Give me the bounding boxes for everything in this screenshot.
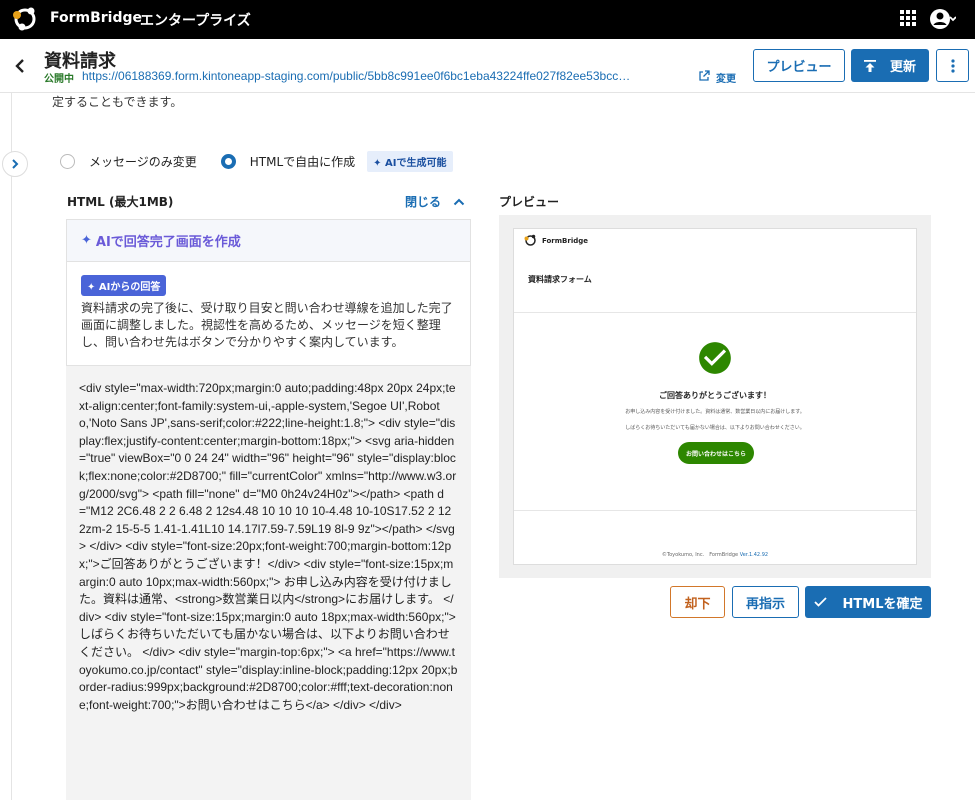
back-chevron-icon[interactable] xyxy=(12,55,28,77)
top-bar: FormBridge エンタープライズ xyxy=(0,0,975,39)
radio-message-only-label[interactable]: メッセージのみ変更 xyxy=(89,153,197,170)
radio-html[interactable] xyxy=(220,153,236,169)
check-icon xyxy=(813,597,827,607)
confirm-html-label: HTMLを確定 xyxy=(842,596,923,612)
preview-line2: しばらくお待ちいただいても届かない場合は、以下よりお問い合わせください。 xyxy=(625,425,805,431)
intro-text: 定することもできます。 xyxy=(52,95,183,109)
expand-sidebar-button[interactable] xyxy=(2,151,28,177)
preview-thanks: ご回答ありがとうございます！ xyxy=(659,391,771,400)
status-badge: 公開中 xyxy=(44,74,74,85)
preview-form-title: 資料請求フォーム xyxy=(528,275,592,284)
page-header: 資料請求 公開中 https://06188369.form.kintoneap… xyxy=(0,39,975,93)
edition-label: エンタープライズ xyxy=(140,13,251,29)
user-account-icon[interactable] xyxy=(930,7,956,31)
divider xyxy=(514,510,916,511)
apps-grid-icon[interactable] xyxy=(900,10,916,26)
chevron-up-icon xyxy=(453,198,465,205)
ai-answer-badge: ✦ AIからの回答 xyxy=(81,275,167,296)
confirm-html-button[interactable]: HTMLを確定 xyxy=(805,586,931,618)
reject-button[interactable]: 却下 xyxy=(670,586,725,618)
check-circle-icon xyxy=(699,342,731,374)
check-circle-shape xyxy=(699,342,731,374)
radio-html-label[interactable]: HTMLで自由に作成 xyxy=(250,153,355,170)
more-menu-button[interactable] xyxy=(936,49,969,82)
preview-button[interactable]: プレビュー xyxy=(753,49,845,82)
mode-selector: メッセージのみ変更 HTMLで自由に作成 ✦ AIで生成可能 xyxy=(60,150,453,172)
external-link-icon[interactable] xyxy=(698,70,710,82)
change-url-link[interactable]: 変更 xyxy=(716,70,736,85)
sparkle-icon: ✦ xyxy=(87,282,96,293)
preview-version: Ver.1.42.92 xyxy=(739,552,769,558)
preview-page: FormBridge 資料請求フォーム ご回答ありがとうございます！ お申し込み… xyxy=(513,228,917,565)
sparkle-icon: ✦ xyxy=(373,157,382,169)
ai-create-label: AIで回答完了画面を作成 xyxy=(95,235,241,250)
html-code-editor[interactable]: <div style="max-width:720px;margin:0 aut… xyxy=(66,366,471,800)
public-url-link[interactable]: https://06188369.form.kintoneapp-staging… xyxy=(82,69,697,83)
html-editor-label: HTML (最大1MB) xyxy=(67,195,174,209)
update-button-label: 更新 xyxy=(889,60,916,75)
preview-footer: ©Toyokumo, Inc. FormBridge Ver.1.42.92 xyxy=(514,551,916,558)
upload-icon xyxy=(863,59,876,72)
ai-available-label: AIで生成可能 xyxy=(385,157,447,169)
preview-copyright: ©Toyokumo, Inc. FormBridge xyxy=(661,552,739,558)
close-editor-label: 閉じる xyxy=(405,195,442,209)
ai-answer-badge-label: AIからの回答 xyxy=(98,282,161,293)
logo-icon xyxy=(524,234,536,246)
sparkle-icon: ✦ xyxy=(81,233,92,248)
divider xyxy=(514,312,916,313)
chevron-right-icon xyxy=(12,159,19,169)
preview-line1: お申し込み内容を受け付けました。資料は通常、数営業日以内にお届けします。 xyxy=(625,409,805,415)
reinstruct-button[interactable]: 再指示 xyxy=(732,586,799,618)
ai-available-badge: ✦ AIで生成可能 xyxy=(367,150,453,172)
brand-name: FormBridge xyxy=(50,10,143,26)
more-vertical-icon xyxy=(950,58,955,73)
ai-create-completion-button[interactable]: ✦ AIで回答完了画面を作成 xyxy=(67,220,470,262)
update-button[interactable]: 更新 xyxy=(851,49,929,82)
close-editor-link[interactable]: 閉じる xyxy=(405,193,465,210)
logo-icon[interactable] xyxy=(12,6,38,32)
radio-message-only[interactable] xyxy=(60,153,75,169)
side-rail xyxy=(0,93,12,800)
preview-label: プレビュー xyxy=(499,195,560,209)
ai-panel: ✦ AIで回答完了画面を作成 ✦ AIからの回答 資料請求の完了後に、受け取り目… xyxy=(66,219,471,366)
preview-brand: FormBridge xyxy=(542,237,589,245)
preview-frame: FormBridge 資料請求フォーム ご回答ありがとうございます！ お申し込み… xyxy=(499,215,931,578)
ai-answer-text: 資料請求の完了後に、受け取り目安と問い合わせ導線を追加した完了画面に調整しました… xyxy=(81,301,453,349)
preview-contact-button[interactable]: お問い合わせはこちら xyxy=(678,442,754,464)
